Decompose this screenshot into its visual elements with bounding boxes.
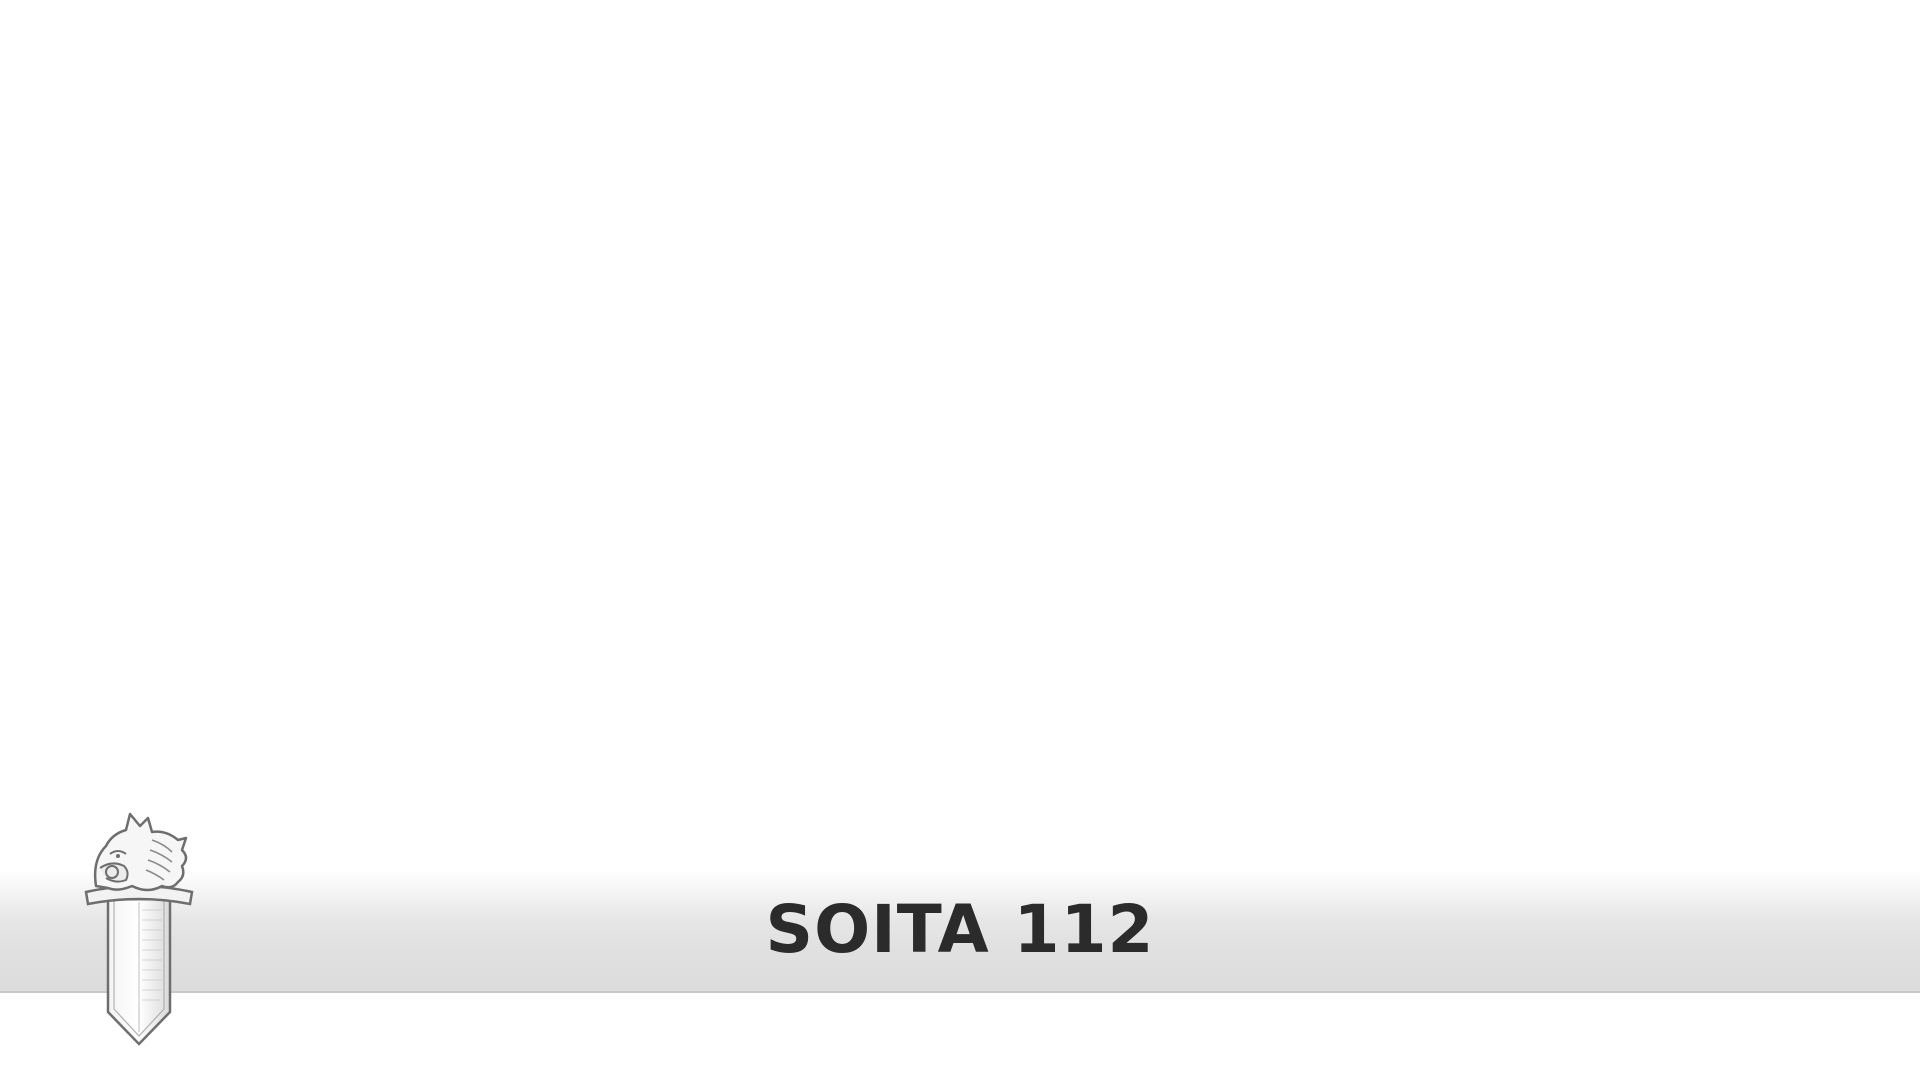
- police-emblem-icon: [84, 812, 194, 1046]
- call-112-label: SOITA 112: [765, 891, 1155, 968]
- screen: SOITA 112: [0, 0, 1920, 1080]
